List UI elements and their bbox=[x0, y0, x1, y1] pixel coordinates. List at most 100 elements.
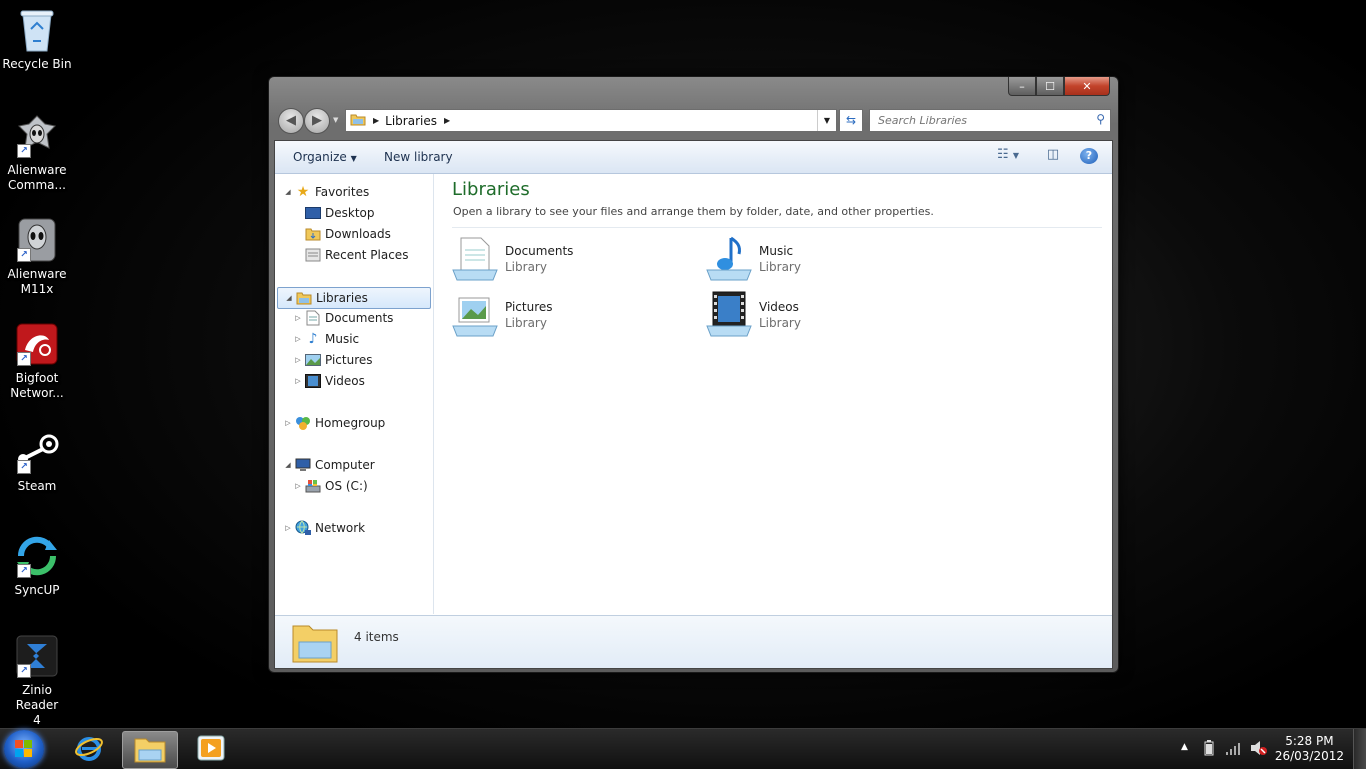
new-library-button[interactable]: New library bbox=[384, 150, 453, 164]
collapsed-arrow-icon[interactable]: ▷ bbox=[293, 308, 303, 328]
nav-documents[interactable]: ▷ Documents bbox=[293, 308, 393, 328]
videos-icon bbox=[305, 373, 321, 389]
desktop-icon-label: Steam bbox=[17, 479, 57, 493]
system-clock[interactable]: 5:28 PM 26/03/2012 bbox=[1275, 734, 1344, 764]
alienware-m11x-icon: ↗ bbox=[13, 216, 61, 264]
windows-explorer-icon bbox=[134, 735, 166, 766]
network-signal-icon[interactable] bbox=[1226, 741, 1242, 758]
nav-desktop[interactable]: Desktop bbox=[303, 203, 375, 223]
nav-os-c-drive[interactable]: ▷ OS (C:) bbox=[293, 476, 367, 496]
nav-downloads-label: Downloads bbox=[325, 227, 391, 241]
library-item-videos[interactable]: Videos Library bbox=[705, 290, 945, 340]
refresh-button[interactable]: ⇆ bbox=[839, 109, 863, 132]
library-item-pictures[interactable]: Pictures Library bbox=[451, 290, 691, 340]
nav-computer[interactable]: ◢ Computer bbox=[283, 455, 374, 475]
windows-logo-icon bbox=[15, 740, 33, 761]
desktop-icon bbox=[305, 205, 321, 221]
nav-videos[interactable]: ▷ Videos bbox=[293, 371, 365, 391]
details-pane: 4 items bbox=[275, 615, 1112, 668]
recent-pages-dropdown[interactable]: ▼ bbox=[333, 116, 338, 124]
nav-favorites[interactable]: ◢ ★ Favorites bbox=[283, 182, 369, 202]
minimize-button[interactable]: – bbox=[1008, 77, 1036, 96]
desktop-icon-steam[interactable]: ↗ Steam bbox=[0, 428, 74, 494]
drive-icon bbox=[305, 478, 321, 494]
desktop-icon-recycle-bin[interactable]: Recycle Bin bbox=[0, 6, 74, 72]
collapsed-arrow-icon[interactable]: ▷ bbox=[283, 518, 293, 538]
taskbar-windows-explorer[interactable] bbox=[122, 731, 178, 769]
help-button[interactable]: ? bbox=[1080, 148, 1098, 164]
library-item-documents[interactable]: Documents Library bbox=[451, 234, 691, 284]
expanded-arrow-icon[interactable]: ◢ bbox=[283, 182, 293, 202]
show-desktop-button[interactable] bbox=[1353, 729, 1366, 769]
address-dropdown-button[interactable]: ▼ bbox=[817, 110, 836, 131]
collapsed-arrow-icon[interactable]: ▷ bbox=[283, 413, 293, 433]
desktop-icon-alienware-m11x[interactable]: ↗ Alienware M11x bbox=[0, 216, 74, 297]
collapsed-arrow-icon[interactable]: ▷ bbox=[293, 329, 303, 349]
desktop-icon-label: Bigfoot Networ... bbox=[10, 371, 64, 400]
desktop-icon-bigfoot-networks[interactable]: ↗ Bigfoot Networ... bbox=[0, 320, 74, 401]
search-icon[interactable]: ⚲ bbox=[1096, 112, 1105, 126]
nav-network[interactable]: ▷ Network bbox=[283, 518, 365, 538]
desktop-icon-syncup[interactable]: ↗ SyncUP bbox=[0, 532, 74, 598]
nav-pictures[interactable]: ▷ Pictures bbox=[293, 350, 373, 370]
music-library-icon bbox=[705, 234, 753, 282]
downloads-folder-icon bbox=[305, 226, 321, 242]
nav-homegroup[interactable]: ▷ Homegroup bbox=[283, 413, 385, 433]
maximize-button[interactable]: ☐ bbox=[1036, 77, 1064, 96]
breadcrumb-separator-icon[interactable]: ▶ bbox=[444, 116, 450, 125]
media-player-icon bbox=[197, 735, 225, 764]
chevron-down-icon: ▼ bbox=[350, 154, 357, 163]
desktop-icon-zinio-reader[interactable]: ↗ Zinio Reader 4 bbox=[0, 632, 74, 728]
collapsed-arrow-icon[interactable]: ▷ bbox=[293, 350, 303, 370]
shortcut-arrow-icon: ↗ bbox=[17, 460, 31, 474]
expanded-arrow-icon[interactable]: ◢ bbox=[283, 455, 293, 475]
close-button[interactable]: ✕ bbox=[1064, 77, 1110, 96]
libraries-icon bbox=[296, 290, 312, 306]
desktop-icon-label: Alienware M11x bbox=[7, 267, 67, 296]
alienware-head-icon: ↗ bbox=[13, 112, 61, 160]
organize-menu[interactable]: Organize ▼ bbox=[293, 150, 357, 164]
library-type: Library bbox=[505, 316, 547, 330]
volume-muted-icon[interactable] bbox=[1250, 740, 1268, 759]
nav-documents-label: Documents bbox=[325, 311, 394, 325]
address-bar[interactable]: ▶ Libraries ▶ ▼ bbox=[345, 109, 837, 132]
divider bbox=[452, 227, 1102, 228]
breadcrumb-separator-icon[interactable]: ▶ bbox=[373, 116, 379, 125]
nav-libraries[interactable]: ◢ Libraries bbox=[277, 287, 431, 309]
show-hidden-icons-button[interactable]: ▲ bbox=[1181, 742, 1188, 752]
collapsed-arrow-icon[interactable]: ▷ bbox=[293, 371, 303, 391]
library-item-music[interactable]: Music Library bbox=[705, 234, 945, 284]
battery-icon[interactable] bbox=[1204, 740, 1214, 759]
chevron-down-icon: ▼ bbox=[1012, 151, 1019, 160]
nav-favorites-label: Favorites bbox=[315, 185, 370, 199]
search-box[interactable]: ⚲ bbox=[869, 109, 1111, 132]
page-subtitle: Open a library to see your files and arr… bbox=[453, 205, 934, 218]
notification-area: ▲ 5:28 PM 26/03/2012 bbox=[1166, 729, 1366, 769]
collapsed-arrow-icon[interactable]: ▷ bbox=[293, 476, 303, 496]
pictures-icon bbox=[305, 352, 321, 368]
expanded-arrow-icon[interactable]: ◢ bbox=[284, 288, 294, 308]
nav-music[interactable]: ▷ ♪ Music bbox=[293, 329, 359, 349]
desktop-icon-alienware-command[interactable]: ↗ Alienware Comma... bbox=[0, 112, 74, 193]
forward-button[interactable]: ▶ bbox=[304, 108, 330, 134]
nav-pictures-label: Pictures bbox=[325, 353, 373, 367]
search-input[interactable] bbox=[876, 110, 1090, 131]
documents-icon bbox=[305, 310, 321, 326]
taskbar-media-player[interactable] bbox=[184, 731, 238, 767]
start-button[interactable] bbox=[4, 730, 44, 768]
preview-pane-icon: ◫ bbox=[1046, 147, 1060, 162]
library-type: Library bbox=[759, 316, 801, 330]
refresh-icon: ⇆ bbox=[845, 113, 857, 127]
preview-pane-button[interactable]: ◫ bbox=[1043, 147, 1063, 167]
nav-downloads[interactable]: Downloads bbox=[303, 224, 391, 244]
back-button[interactable]: ◀ bbox=[278, 108, 304, 134]
library-type: Library bbox=[505, 260, 547, 274]
back-arrow-icon: ◀ bbox=[286, 113, 296, 128]
change-view-button[interactable]: ☷ ▼ bbox=[990, 147, 1026, 167]
breadcrumb-libraries[interactable]: Libraries bbox=[385, 114, 437, 128]
taskbar-internet-explorer[interactable] bbox=[62, 731, 116, 767]
nav-recent-places[interactable]: Recent Places bbox=[303, 245, 408, 265]
page-title: Libraries bbox=[452, 179, 530, 200]
homegroup-icon bbox=[295, 415, 311, 431]
syncup-icon: ↗ bbox=[13, 532, 61, 580]
